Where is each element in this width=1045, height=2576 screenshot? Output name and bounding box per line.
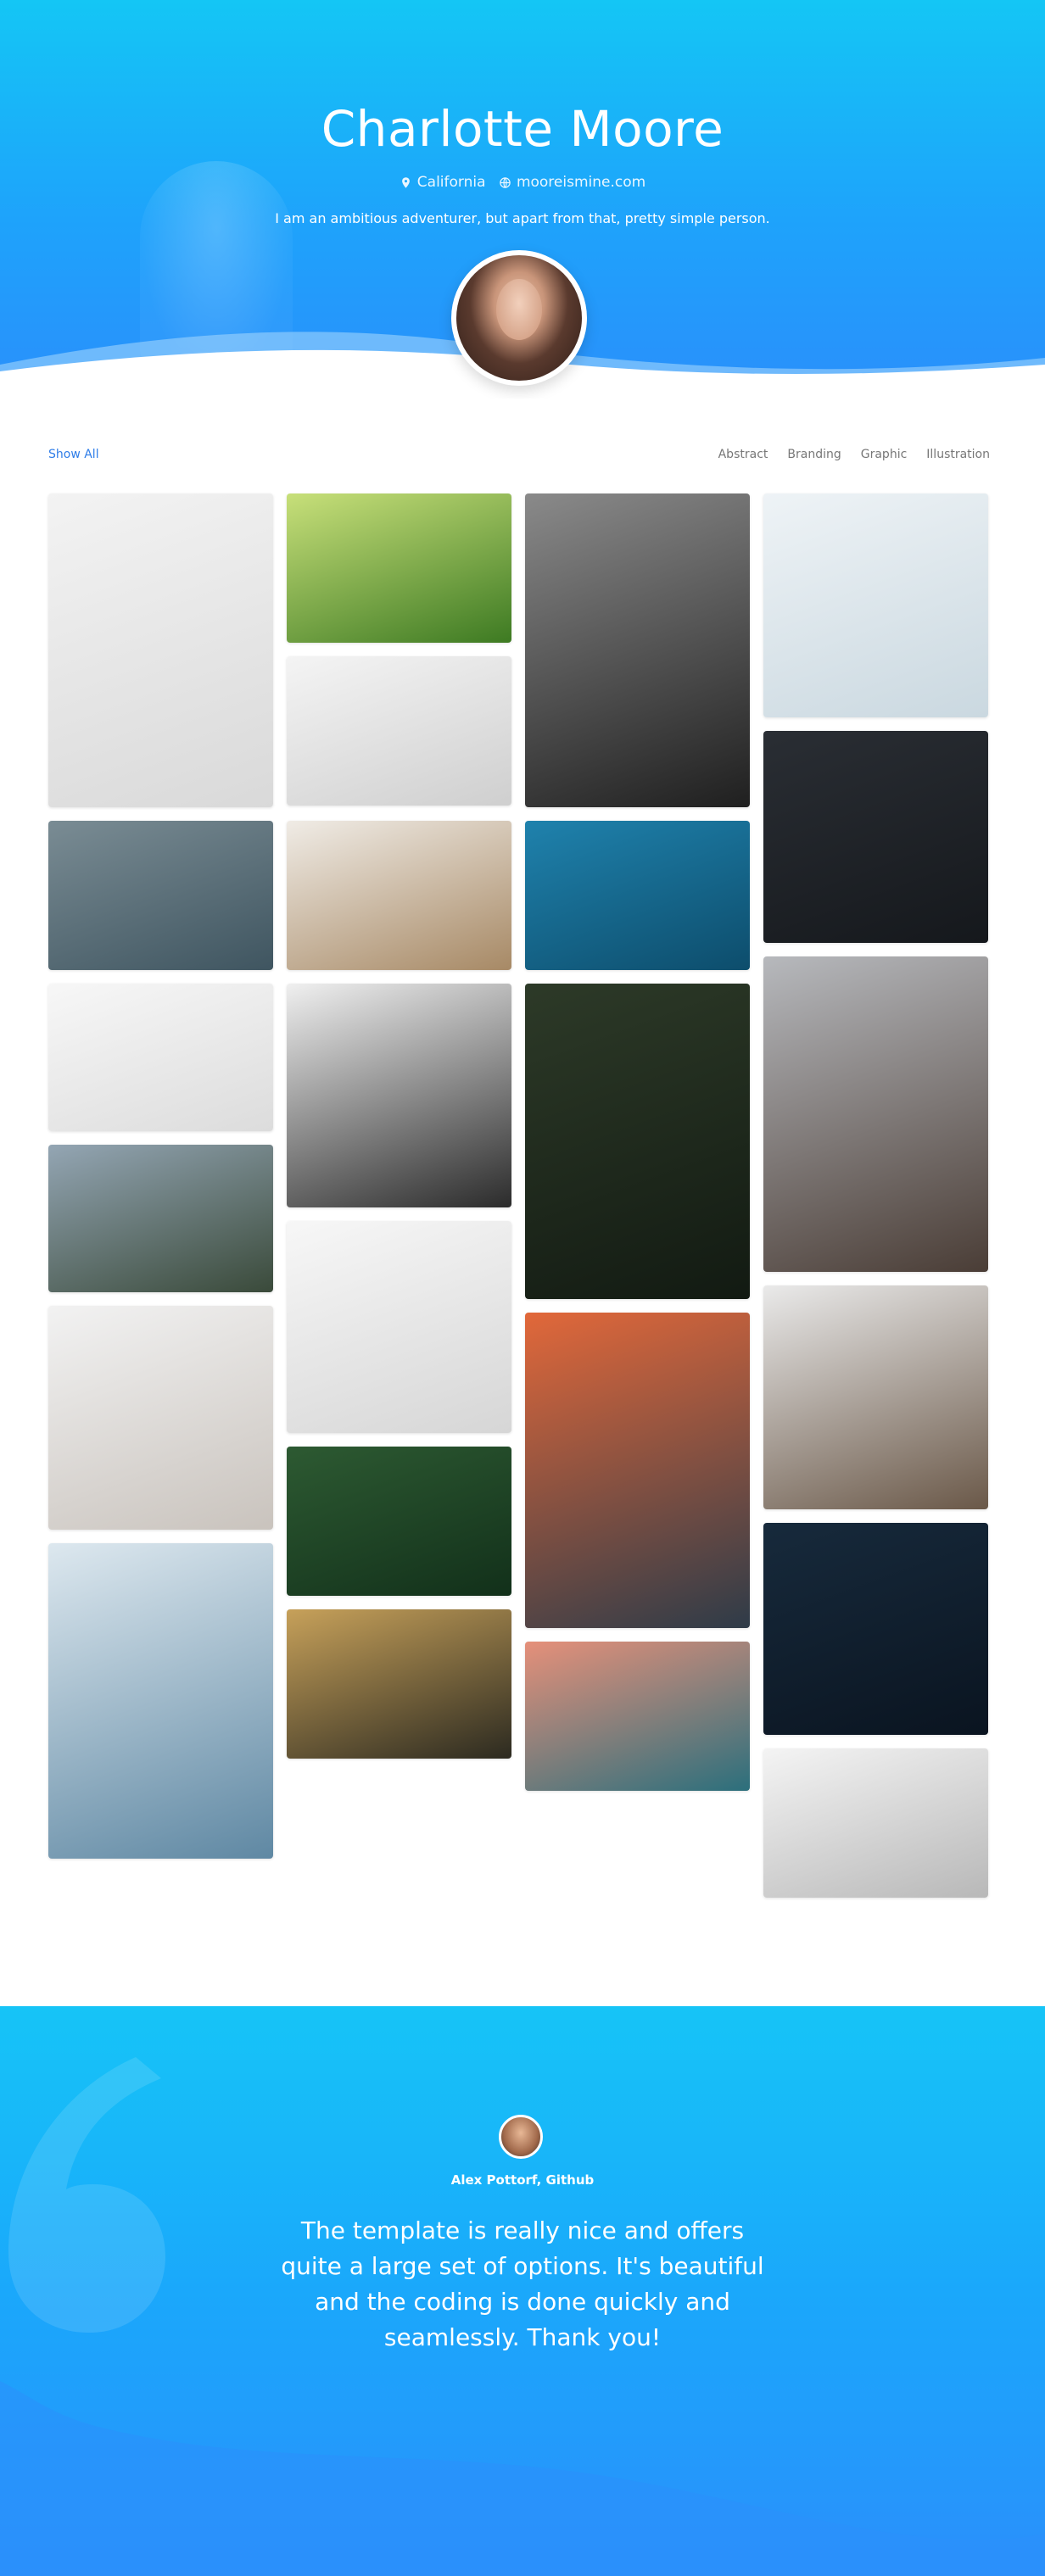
location-text: California [416, 174, 486, 191]
testimonial-wave [0, 2381, 1045, 2576]
gallery-item[interactable] [48, 984, 273, 1131]
gallery-item[interactable] [287, 984, 511, 1207]
profile-meta: California mooreismine.com [0, 174, 1045, 193]
gallery-item[interactable] [48, 1306, 273, 1530]
portfolio-gallery [48, 493, 990, 1901]
gallery-item[interactable] [48, 493, 273, 807]
gallery-item[interactable] [763, 1285, 988, 1509]
gallery-item[interactable] [525, 493, 750, 807]
gallery-item[interactable] [525, 984, 750, 1299]
filter-list: Abstract Branding Graphic Illustration [718, 448, 990, 461]
gallery-item[interactable] [763, 1748, 988, 1898]
map-marker-icon [401, 176, 410, 188]
gallery-item[interactable] [48, 821, 273, 970]
gallery-item[interactable] [525, 1313, 750, 1628]
filter-illustration[interactable]: Illustration [926, 448, 990, 461]
profile-header: Charlotte Moore California mooreismine.c… [0, 0, 1045, 399]
testimonial-avatar [499, 2115, 543, 2159]
portfolio-filters: Show All Abstract Branding Graphic Illus… [48, 448, 990, 461]
gallery-item[interactable] [763, 731, 988, 943]
gallery-item[interactable] [525, 821, 750, 970]
profile-bio: I am an ambitious adventurer, but apart … [275, 210, 770, 226]
gallery-item[interactable] [763, 1523, 988, 1735]
gallery-item[interactable] [287, 1221, 511, 1433]
quote-icon [8, 2057, 165, 2333]
gallery-item[interactable] [763, 493, 988, 717]
gallery-item[interactable] [287, 1447, 511, 1596]
gallery-item[interactable] [287, 656, 511, 806]
location-item: California [400, 174, 486, 191]
gallery-item[interactable] [287, 493, 511, 643]
gallery-item[interactable] [763, 956, 988, 1272]
gallery-item[interactable] [287, 1609, 511, 1759]
gallery-item[interactable] [48, 1543, 273, 1859]
globe-icon [500, 176, 511, 188]
gallery-item[interactable] [525, 1642, 750, 1791]
profile-avatar [451, 250, 587, 386]
filter-abstract[interactable]: Abstract [718, 448, 768, 461]
filter-show-all[interactable]: Show All [48, 448, 99, 461]
avatar-image [456, 255, 582, 381]
testimonial-text: The template is really nice and offers q… [281, 2216, 764, 2351]
filter-graphic[interactable]: Graphic [861, 448, 908, 461]
profile-name: Charlotte Moore [321, 100, 724, 158]
gallery-item[interactable] [48, 1145, 273, 1292]
testimonial-author: Alex Pottorf, Github [450, 2172, 595, 2188]
website-item[interactable]: mooreismine.com [499, 174, 645, 191]
gallery-item[interactable] [287, 821, 511, 970]
filter-branding[interactable]: Branding [787, 448, 841, 461]
testimonial-section: Alex Pottorf, Github The template is rea… [0, 2006, 1045, 2576]
website-link[interactable]: mooreismine.com [517, 174, 645, 191]
